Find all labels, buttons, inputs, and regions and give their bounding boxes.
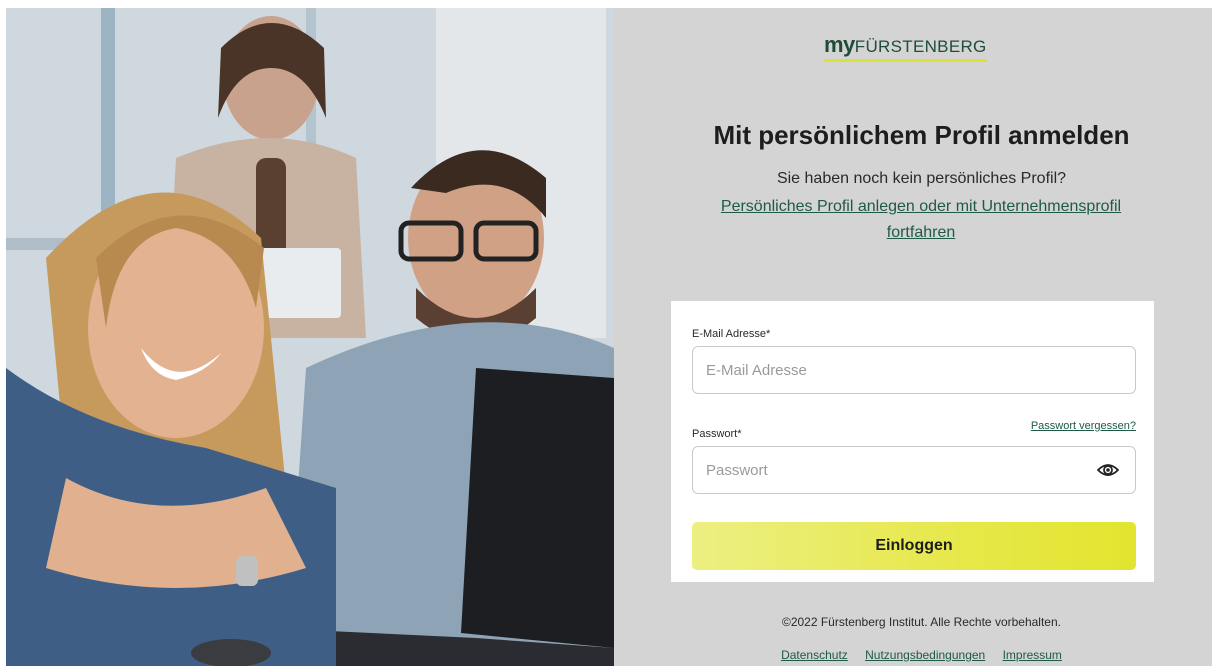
login-form: E-Mail Adresse* Passwort* Passwort verge… bbox=[671, 301, 1154, 582]
password-field-box[interactable] bbox=[692, 446, 1136, 494]
email-input[interactable] bbox=[706, 361, 1086, 379]
forgot-password-link[interactable]: Passwort vergessen? bbox=[1031, 420, 1136, 432]
footer-link-privacy[interactable]: Datenschutz bbox=[781, 648, 848, 662]
brand-logo[interactable]: my FÜRSTENBERG bbox=[824, 34, 987, 62]
login-button[interactable]: Einloggen bbox=[692, 522, 1136, 570]
page-title: Mit persönlichem Profil anmelden bbox=[713, 120, 1130, 150]
create-profile-link[interactable]: Persönliches Profil anlegen oder mit Unt… bbox=[696, 194, 1146, 246]
logo-name: FÜRSTENBERG bbox=[854, 37, 987, 56]
people-illustration bbox=[6, 8, 614, 666]
eye-icon[interactable] bbox=[1097, 462, 1119, 478]
logo-prefix: my bbox=[824, 32, 855, 57]
copyright-text: ©2022 Fürstenberg Institut. Alle Rechte … bbox=[781, 615, 1061, 629]
footer-link-imprint[interactable]: Impressum bbox=[1003, 648, 1062, 662]
password-label: Passwort* bbox=[692, 428, 742, 440]
email-label: E-Mail Adresse* bbox=[692, 328, 771, 340]
footer-links: Datenschutz Nutzungsbedingungen Impressu… bbox=[614, 648, 1212, 662]
password-input[interactable] bbox=[706, 461, 1086, 479]
login-page: my FÜRSTENBERG Mit persönlichem Profil a… bbox=[6, 8, 1212, 666]
no-profile-text: Sie haben noch kein persönliches Profil? bbox=[776, 170, 1067, 187]
hero-photo bbox=[6, 8, 614, 666]
login-panel: my FÜRSTENBERG Mit persönlichem Profil a… bbox=[614, 8, 1212, 666]
email-field-box[interactable] bbox=[692, 346, 1136, 394]
footer-link-terms[interactable]: Nutzungsbedingungen bbox=[865, 648, 985, 662]
